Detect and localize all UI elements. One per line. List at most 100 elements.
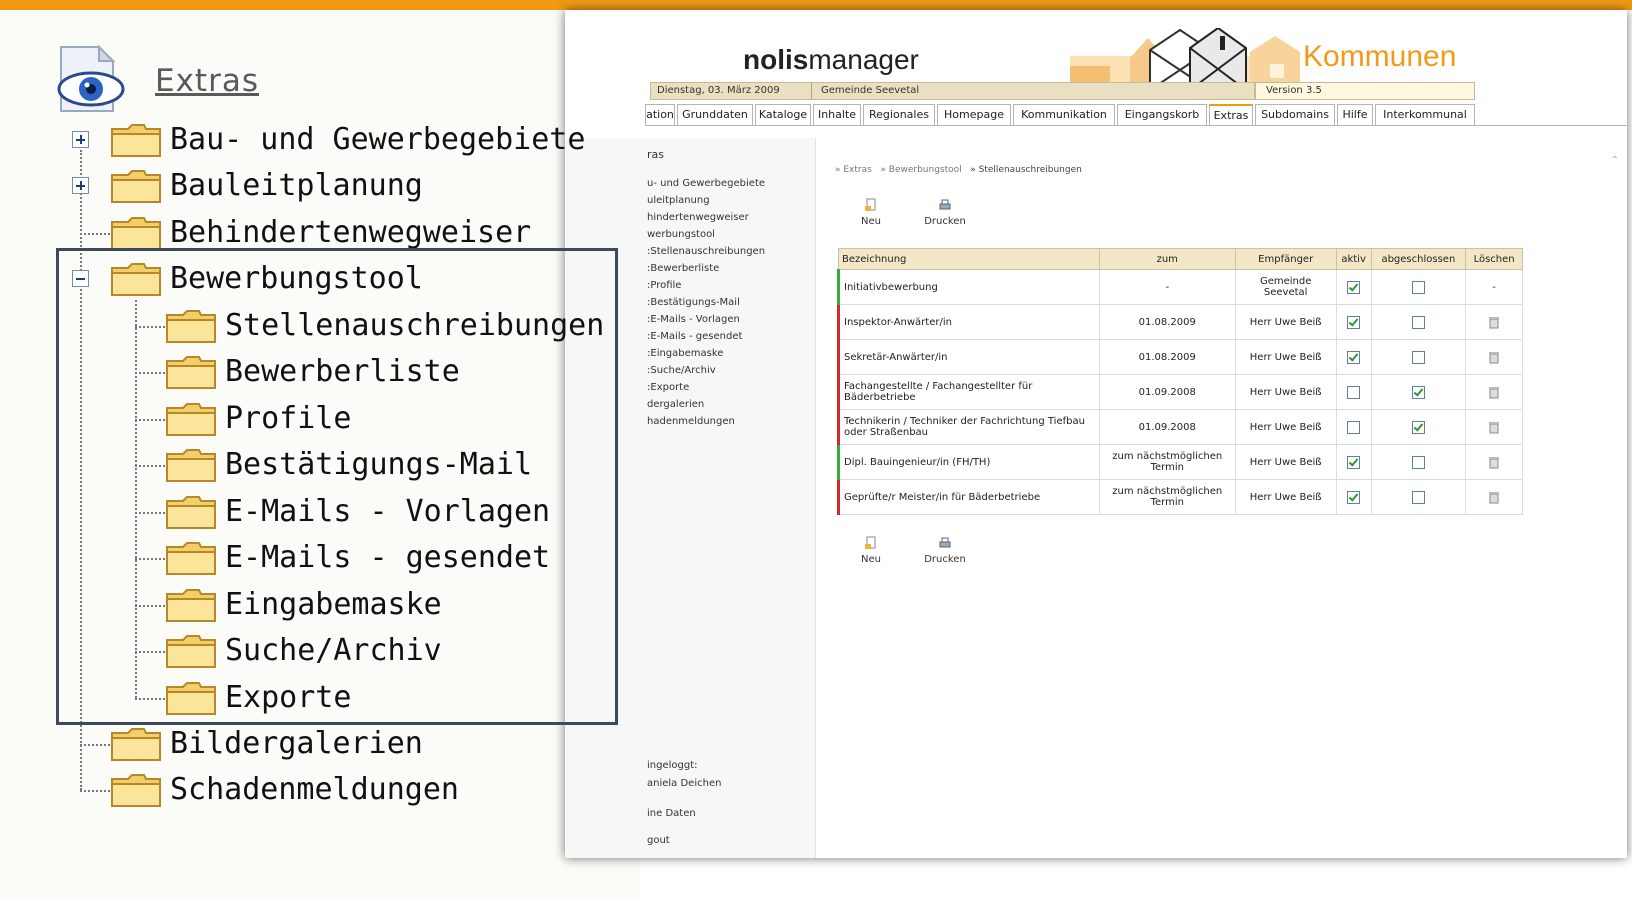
col-header-active[interactable]: aktiv: [1335, 248, 1372, 270]
trash-icon[interactable]: [1489, 316, 1500, 329]
expand-toggle-icon[interactable]: [72, 131, 89, 148]
tree-root-label[interactable]: Extras: [155, 63, 259, 99]
col-header-recipient[interactable]: Empfänger: [1234, 248, 1337, 270]
table-row[interactable]: Sekretär-Anwärter/in 01.08.2009 Herr Uwe…: [837, 339, 1523, 375]
row-recipient: Herr Uwe Beiß: [1234, 479, 1337, 515]
row-date: 01.08.2009: [1098, 304, 1236, 340]
municipality-name: Gemeinde Seevetal: [821, 85, 920, 96]
table-row[interactable]: Geprüfte/r Meister/in für Bäderbetriebe …: [837, 479, 1523, 515]
row-date: -: [1098, 269, 1236, 305]
active-checkbox[interactable]: [1347, 385, 1361, 399]
brand-logo: nolismanager: [743, 44, 919, 75]
active-checkbox[interactable]: [1347, 280, 1361, 294]
active-checkbox[interactable]: [1347, 420, 1361, 434]
tab-kommunikation[interactable]: Kommunikation: [1013, 104, 1115, 126]
new-button-bottom[interactable]: Neu: [841, 536, 901, 572]
table-row[interactable]: Fachangestellte / Fachangestellter für B…: [837, 374, 1523, 410]
col-header-date[interactable]: zum: [1098, 248, 1236, 270]
table-header-row: Bezeichnung zum Empfänger aktiv abgeschl…: [838, 248, 1523, 270]
row-title[interactable]: Geprüfte/r Meister/in für Bäderbetriebe: [837, 479, 1100, 515]
closed-checkbox[interactable]: [1411, 385, 1425, 399]
tree-node-label[interactable]: Schadenmeldungen: [170, 767, 459, 813]
closed-checkbox[interactable]: [1411, 420, 1425, 434]
trash-icon[interactable]: [1489, 421, 1500, 434]
tree-connector-branch: [80, 790, 110, 792]
tree-connector-branch: [80, 744, 110, 746]
closed-checkbox[interactable]: [1411, 455, 1425, 469]
row-title[interactable]: Sekretär-Anwärter/in: [837, 339, 1100, 375]
row-title[interactable]: Initiativbewerbung: [837, 269, 1100, 305]
expand-toggle-icon[interactable]: [72, 177, 89, 194]
closed-checkbox[interactable]: [1411, 490, 1425, 504]
trash-icon[interactable]: [1489, 456, 1500, 469]
table-row[interactable]: Initiativbewerbung - Gemeinde Seevetal -: [837, 269, 1523, 305]
breadcrumb-item[interactable]: » Extras: [835, 165, 872, 175]
date-bar: Dienstag, 03. März 2009 Gemeinde Seeveta…: [650, 82, 1255, 100]
table-row[interactable]: Dipl. Bauingenieur/in (FH/TH) zum nächst…: [837, 444, 1523, 480]
tabs-baseline: [645, 125, 1627, 126]
houses-logo-graphic: [1070, 28, 1300, 90]
row-title[interactable]: Inspektor-Anwärter/in: [837, 304, 1100, 340]
tab-eingangskorb[interactable]: Eingangskorb: [1117, 104, 1207, 126]
folder-icon: [111, 728, 161, 761]
row-date: zum nächstmöglichen Termin: [1098, 479, 1236, 515]
new-document-icon: [865, 198, 876, 211]
tab-regionales[interactable]: Regionales: [863, 104, 935, 126]
folder-icon: [111, 774, 161, 807]
table-row[interactable]: Technikerin / Techniker der Fachrichtung…: [837, 409, 1523, 445]
printer-icon: [939, 537, 951, 548]
tab-hilfe[interactable]: Hilfe: [1337, 104, 1373, 126]
closed-checkbox[interactable]: [1411, 315, 1425, 329]
print-button-bottom[interactable]: Drucken: [915, 536, 975, 572]
table-row[interactable]: Inspektor-Anwärter/in 01.08.2009 Herr Uw…: [837, 304, 1523, 340]
breadcrumb: » Extras » Bewerbungstool » Stellenausch…: [835, 165, 1082, 175]
tab-subdomains[interactable]: Subdomains: [1255, 104, 1335, 126]
row-date: 01.09.2008: [1098, 374, 1236, 410]
breadcrumb-current: » Stellenauschreibungen: [970, 165, 1082, 175]
new-document-icon: [865, 536, 876, 549]
active-checkbox[interactable]: [1347, 350, 1361, 364]
tab-kataloge[interactable]: Kataloge: [755, 104, 811, 126]
folder-icon: [111, 170, 161, 203]
tab-interkommunal[interactable]: Interkommunal: [1375, 104, 1475, 126]
print-button-top[interactable]: Drucken: [915, 198, 975, 234]
row-date: zum nächstmöglichen Termin: [1098, 444, 1236, 480]
bewerbungstool-highlight-frame: [56, 248, 618, 725]
row-date: 01.09.2008: [1098, 409, 1236, 445]
scroll-up-arrow-icon[interactable]: ⌃: [1611, 155, 1619, 166]
tab-inhalte[interactable]: Inhalte: [813, 104, 861, 126]
tree-node-label[interactable]: Bauleitplanung: [170, 163, 423, 209]
row-recipient: Herr Uwe Beiß: [1234, 374, 1337, 410]
tree-node-label[interactable]: Bildergalerien: [170, 721, 423, 767]
col-header-title[interactable]: Bezeichnung: [838, 248, 1100, 270]
row-title[interactable]: Technikerin / Techniker der Fachrichtung…: [837, 409, 1100, 445]
tab-grunddaten[interactable]: Grunddaten: [677, 104, 753, 126]
active-checkbox[interactable]: [1347, 455, 1361, 469]
active-checkbox[interactable]: [1347, 315, 1361, 329]
printer-icon: [939, 199, 951, 210]
tab-homepage[interactable]: Homepage: [937, 104, 1011, 126]
job-postings-table: Bezeichnung zum Empfänger aktiv abgeschl…: [837, 248, 1523, 515]
col-header-delete: Löschen: [1465, 248, 1523, 270]
tree-connector-branch: [80, 233, 110, 235]
row-recipient: Herr Uwe Beiß: [1234, 339, 1337, 375]
app-tagline: Kommunen: [1303, 40, 1457, 73]
folder-icon: [111, 124, 161, 157]
tree-node-label[interactable]: Bau- und Gewerbegebiete: [170, 117, 585, 163]
trash-icon[interactable]: [1489, 386, 1500, 399]
zoomed-extras-tree: Extras Bau- und Gewerbegebiete Bauleitpl…: [0, 0, 680, 900]
row-title[interactable]: Dipl. Bauingenieur/in (FH/TH): [837, 444, 1100, 480]
version-text: Version 3.5: [1266, 85, 1322, 96]
row-title[interactable]: Fachangestellte / Fachangestellter für B…: [837, 374, 1100, 410]
col-header-closed[interactable]: abgeschlossen: [1370, 248, 1467, 270]
closed-checkbox[interactable]: [1411, 350, 1425, 364]
trash-icon[interactable]: [1489, 351, 1500, 364]
breadcrumb-item[interactable]: » Bewerbungstool: [880, 165, 961, 175]
date-separator: [811, 83, 812, 99]
closed-checkbox[interactable]: [1411, 280, 1425, 294]
row-recipient: Herr Uwe Beiß: [1234, 444, 1337, 480]
trash-icon[interactable]: [1489, 491, 1500, 504]
active-checkbox[interactable]: [1347, 490, 1361, 504]
new-button-top[interactable]: Neu: [841, 198, 901, 234]
tab-extras[interactable]: Extras: [1209, 104, 1253, 126]
